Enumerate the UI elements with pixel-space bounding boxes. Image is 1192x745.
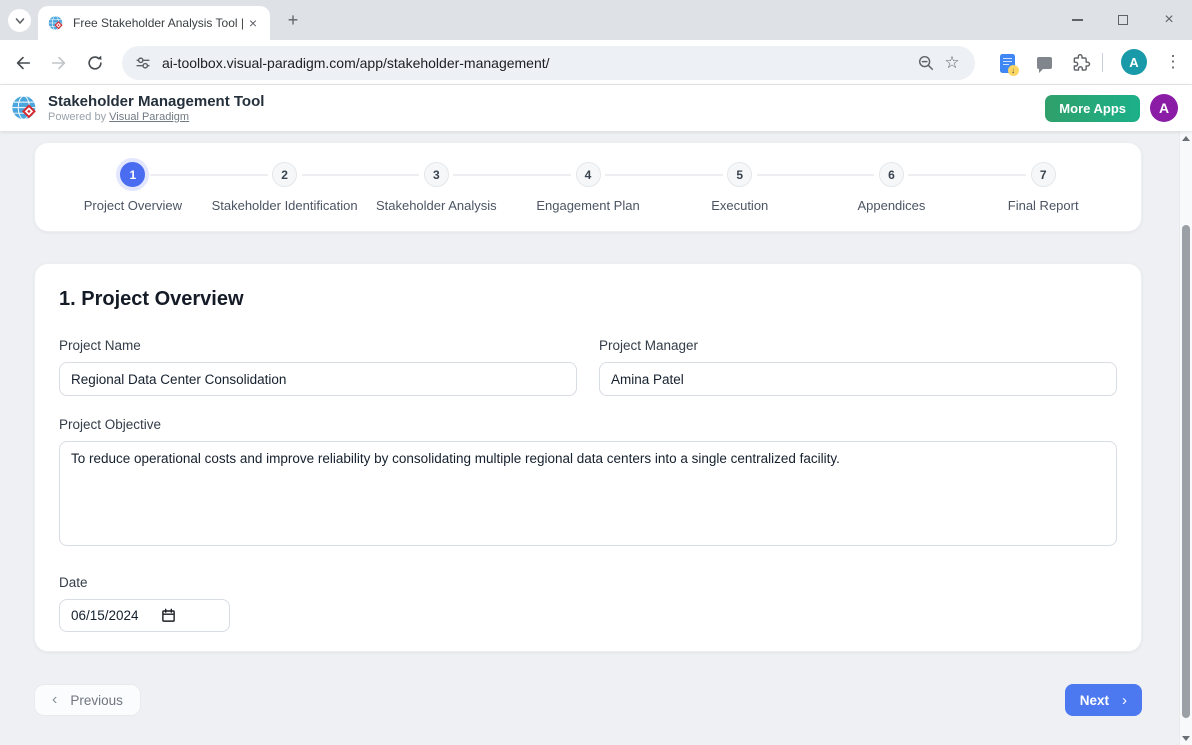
minimize-icon	[1072, 19, 1083, 20]
back-arrow-icon	[14, 54, 32, 72]
browser-profile-avatar[interactable]: A	[1121, 49, 1147, 75]
section-heading: 1. Project Overview	[59, 288, 1117, 311]
tab-title: Free Stakeholder Analysis Tool |	[73, 16, 244, 30]
bookmark-star-icon[interactable]: ☆	[939, 50, 965, 76]
scrollbar-thumb[interactable]	[1182, 225, 1190, 718]
window-controls: ×	[1054, 0, 1192, 40]
page-content: 1 Project Overview 2 Stakeholder Identif…	[0, 131, 1192, 745]
maximize-icon	[1118, 15, 1128, 25]
stepper-step-stakeholder-identification[interactable]: 2 Stakeholder Identification	[209, 157, 361, 231]
step-number: 4	[576, 162, 601, 187]
minimize-button[interactable]	[1054, 0, 1100, 40]
zoom-out-icon[interactable]	[913, 50, 939, 76]
tab-search-button[interactable]	[8, 9, 31, 32]
chevron-down-icon	[14, 15, 26, 27]
chevron-right-icon: ›	[1122, 692, 1127, 709]
step-number: 5	[727, 162, 752, 187]
maximize-button[interactable]	[1100, 0, 1146, 40]
date-input[interactable]: 06/15/2024	[59, 599, 230, 632]
browser-window: Free Stakeholder Analysis Tool | × + × a…	[0, 0, 1192, 745]
browser-toolbar: ai-toolbox.visual-paradigm.com/app/stake…	[0, 40, 1192, 85]
step-number: 1	[120, 162, 145, 187]
app-header: Stakeholder Management Tool Powered by V…	[0, 85, 1192, 131]
stepper-step-final-report[interactable]: 7 Final Report	[967, 157, 1119, 231]
stepper-step-execution[interactable]: 5 Execution	[664, 157, 816, 231]
docs-badge-arrow: ↓	[1008, 65, 1019, 76]
chevron-left-icon: ‹	[52, 691, 57, 709]
vp-favicon-icon	[48, 15, 65, 32]
step-number: 2	[272, 162, 297, 187]
visual-paradigm-link[interactable]: Visual Paradigm	[109, 111, 189, 123]
site-info-icon[interactable]	[134, 54, 152, 72]
new-tab-button[interactable]: +	[282, 9, 304, 31]
stepper-step-engagement-plan[interactable]: 4 Engagement Plan	[512, 157, 664, 231]
project-manager-label: Project Manager	[599, 338, 1117, 353]
project-objective-label: Project Objective	[59, 417, 1117, 432]
step-label: Engagement Plan	[536, 198, 639, 213]
previous-button[interactable]: ‹ Previous	[34, 684, 141, 716]
docs-extension-icon[interactable]: ↓	[993, 49, 1021, 77]
close-button[interactable]: ×	[1146, 0, 1192, 40]
scroll-down-icon[interactable]	[1180, 732, 1192, 744]
comment-extension-icon[interactable]	[1030, 49, 1058, 77]
step-label: Final Report	[1008, 198, 1079, 213]
browser-titlebar: Free Stakeholder Analysis Tool | × + ×	[0, 0, 1192, 40]
date-label: Date	[59, 575, 1117, 590]
stepper-step-appendices[interactable]: 6 Appendices	[816, 157, 968, 231]
powered-by: Powered by Visual Paradigm	[48, 111, 264, 123]
forward-button[interactable]	[43, 47, 74, 78]
close-icon: ×	[1164, 12, 1173, 28]
step-label: Execution	[711, 198, 768, 213]
project-name-input[interactable]	[59, 362, 577, 396]
extensions-puzzle-icon[interactable]	[1067, 49, 1095, 77]
project-manager-input[interactable]	[599, 362, 1117, 396]
stepper-step-project-overview[interactable]: 1 Project Overview	[57, 157, 209, 231]
tab-close-icon[interactable]: ×	[244, 14, 262, 32]
visual-paradigm-logo	[11, 94, 40, 123]
app-title: Stakeholder Management Tool	[48, 93, 264, 110]
browser-tab[interactable]: Free Stakeholder Analysis Tool | ×	[38, 6, 270, 40]
step-label: Stakeholder Identification	[212, 198, 358, 213]
step-number: 6	[879, 162, 904, 187]
project-overview-card: 1. Project Overview Project Name Project…	[34, 263, 1142, 652]
step-label: Project Overview	[84, 198, 182, 213]
step-number: 7	[1031, 162, 1056, 187]
step-number: 3	[424, 162, 449, 187]
url-text: ai-toolbox.visual-paradigm.com/app/stake…	[162, 55, 913, 71]
reload-icon	[86, 54, 104, 72]
back-button[interactable]	[7, 47, 38, 78]
project-objective-textarea[interactable]: To reduce operational costs and improve …	[59, 441, 1117, 546]
stepper: 1 Project Overview 2 Stakeholder Identif…	[34, 142, 1142, 232]
reload-button[interactable]	[79, 47, 110, 78]
scroll-up-icon[interactable]	[1180, 132, 1192, 144]
browser-menu-icon[interactable]: ⋮	[1160, 49, 1186, 75]
stepper-step-stakeholder-analysis[interactable]: 3 Stakeholder Analysis	[360, 157, 512, 231]
date-value: 06/15/2024	[71, 608, 139, 623]
user-avatar[interactable]: A	[1150, 94, 1178, 122]
step-label: Stakeholder Analysis	[376, 198, 497, 213]
forward-arrow-icon	[50, 54, 68, 72]
project-name-label: Project Name	[59, 338, 577, 353]
toolbar-divider	[1102, 53, 1103, 72]
next-button[interactable]: Next ›	[1065, 684, 1142, 716]
wizard-navigation: ‹ Previous Next ›	[34, 684, 1142, 716]
calendar-icon[interactable]	[161, 608, 176, 623]
page-scrollbar[interactable]	[1179, 131, 1192, 745]
address-bar[interactable]: ai-toolbox.visual-paradigm.com/app/stake…	[122, 46, 975, 80]
more-apps-button[interactable]: More Apps	[1045, 95, 1140, 122]
step-label: Appendices	[857, 198, 925, 213]
